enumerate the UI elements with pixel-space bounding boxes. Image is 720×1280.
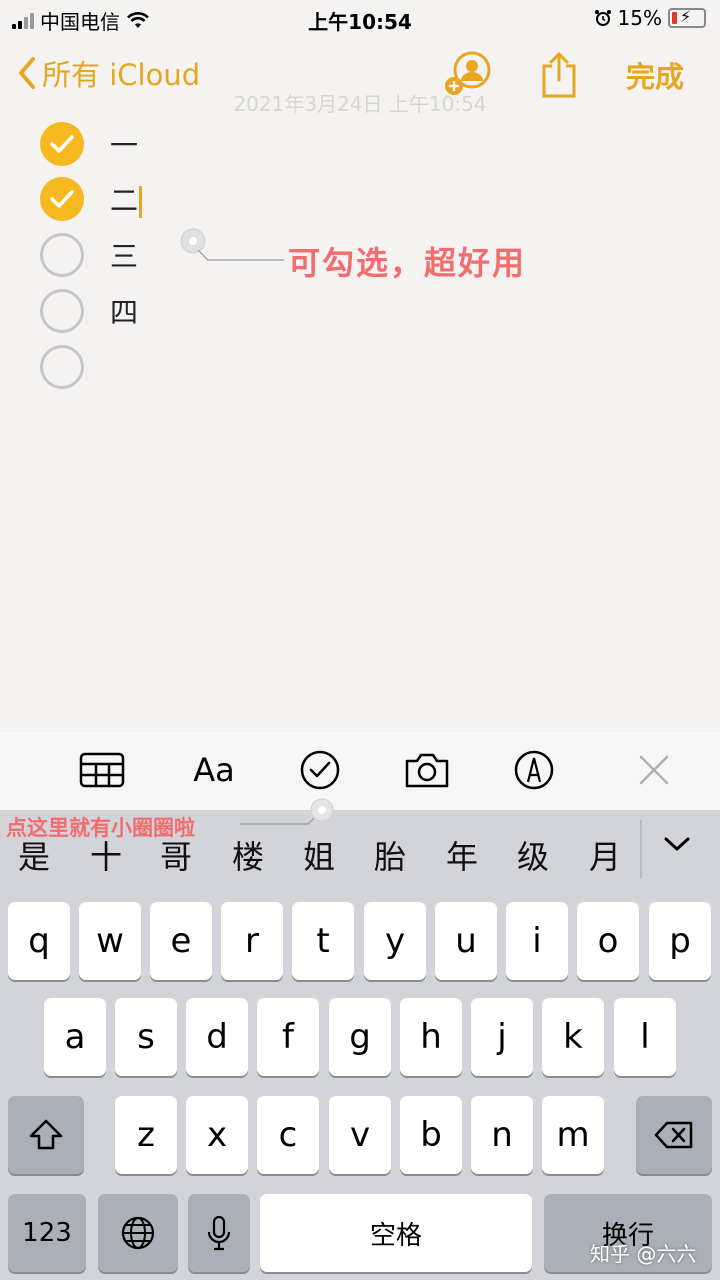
key-h[interactable]: h [400,998,462,1076]
key-t[interactable]: t [292,902,354,980]
checked-circle-icon[interactable] [40,122,84,166]
note-date: 2021年3月24日 上午10:54 [233,92,487,116]
close-icon [639,755,669,785]
key-x[interactable]: x [186,1096,248,1174]
key-q[interactable]: q [8,902,70,980]
checklist-item: 四 [40,289,138,333]
key-s[interactable]: s [115,998,177,1076]
watermark: 知乎 @六六 [590,1242,697,1266]
key-y[interactable]: y [364,902,426,980]
candidate-word[interactable]: 楼 [232,832,264,878]
key-b[interactable]: b [400,1096,462,1174]
keyboard: 是 十 哥 楼 姐 胎 年 级 月 q w e r t y u i o p a … [0,810,720,1280]
delete-key[interactable] [636,1096,712,1174]
status-right: 15% ⚡ [594,6,706,30]
key-w[interactable]: w [79,902,141,980]
unchecked-circle-icon[interactable] [40,289,84,333]
key-z[interactable]: z [115,1096,177,1174]
key-c[interactable]: c [257,1096,319,1174]
key-r[interactable]: r [221,902,283,980]
checklist-item: 三 [40,233,138,277]
key-j[interactable]: j [471,998,533,1076]
key-a[interactable]: a [44,998,106,1076]
format-icon: Aa [193,751,235,789]
space-key[interactable]: 空格 [260,1194,532,1272]
annotation-text: 点这里就有小圈圈啦 [6,816,195,840]
candidate-divider [640,820,642,878]
microphone-icon [207,1215,231,1251]
annotation-text: 可勾选，超好用 [288,244,527,282]
candidate-word[interactable]: 月 [589,832,621,878]
key-p[interactable]: p [649,902,711,980]
dictation-key[interactable] [188,1194,250,1272]
checklist-item [40,345,110,389]
text-cursor [139,186,143,218]
expand-candidates-button[interactable] [662,834,692,858]
candidate-word[interactable]: 姐 [303,832,335,878]
note-toolbar: Aa [0,732,720,810]
checklist-button[interactable] [298,750,342,790]
markup-button[interactable] [512,750,556,790]
checklist-item: 二 [40,177,143,221]
key-o[interactable]: o [577,902,639,980]
key-i[interactable]: i [506,902,568,980]
candidate-word[interactable]: 年 [446,832,478,878]
status-bar: 中国电信 上午10:54 15% ⚡ [0,0,720,36]
numbers-key[interactable]: 123 [8,1194,86,1272]
shift-icon [29,1119,63,1150]
annotation-pointer [180,228,284,261]
chevron-left-icon [19,57,35,89]
backspace-icon [654,1121,693,1149]
battery-percent: 15% [617,6,662,30]
checklist-item-text[interactable]: 一 [110,124,138,164]
chevron-down-icon [664,837,690,851]
checked-circle-icon[interactable] [40,177,84,221]
alarm-icon [594,10,611,26]
camera-button[interactable] [402,750,452,790]
checklist-item-text[interactable]: 四 [110,291,138,331]
unchecked-circle-icon[interactable] [40,233,84,277]
globe-icon [121,1216,155,1250]
annotation-pointer [240,798,334,825]
shift-key[interactable] [8,1096,84,1174]
table-icon [79,752,125,788]
candidate-word[interactable]: 级 [517,832,549,878]
candidate-word[interactable]: 胎 [374,832,406,878]
table-button[interactable] [78,750,126,790]
key-n[interactable]: n [471,1096,533,1174]
key-l[interactable]: l [614,998,676,1076]
markup-icon [514,750,554,790]
checklist-item-text[interactable]: 三 [110,235,138,275]
battery-icon: ⚡ [668,7,706,28]
key-f[interactable]: f [257,998,319,1076]
key-e[interactable]: e [150,902,212,980]
format-button[interactable]: Aa [186,750,242,790]
camera-icon [405,753,449,788]
checklist-item: 一 [40,122,138,166]
checklist-item-text[interactable]: 二 [110,179,143,219]
close-toolbar-button[interactable] [636,750,672,790]
key-d[interactable]: d [186,998,248,1076]
key-g[interactable]: g [329,998,391,1076]
key-u[interactable]: u [435,902,497,980]
globe-key[interactable] [98,1194,178,1272]
key-m[interactable]: m [542,1096,604,1174]
key-k[interactable]: k [542,998,604,1076]
unchecked-circle-icon[interactable] [40,345,84,389]
checklist-icon [300,750,340,790]
key-v[interactable]: v [329,1096,391,1174]
